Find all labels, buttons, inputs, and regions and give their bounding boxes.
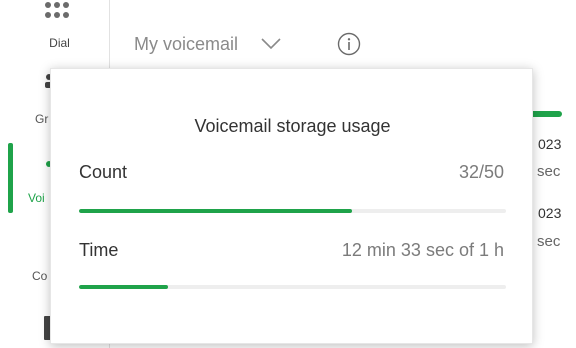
popover-title: Voicemail storage usage: [194, 116, 391, 136]
time-progress-track: [79, 285, 506, 289]
list-item-date: 023: [538, 136, 562, 152]
storage-usage-popover: Voicemail storage usage Count 32/50 Time…: [50, 68, 533, 344]
voicemail-app: Dial Gr Voi Co My voicemail 023 sec 023 …: [0, 0, 576, 348]
nav-item-groups-label[interactable]: Gr: [35, 112, 48, 126]
nav-item-contacts-label[interactable]: Co: [32, 269, 47, 283]
mailbox-select-value: My voicemail: [134, 33, 239, 54]
count-label: Count: [79, 162, 128, 182]
count-progress-fill: [79, 209, 353, 213]
list-item-date: 023: [538, 205, 562, 221]
time-label: Time: [79, 240, 119, 260]
active-nav-indicator: [8, 143, 13, 213]
nav-item-dial-label: Dial: [49, 36, 70, 50]
time-progress-fill: [79, 285, 169, 289]
time-value: 12 min 33 sec of 1 h: [341, 240, 504, 260]
info-icon[interactable]: [337, 32, 361, 56]
nav-item-voicemail-label[interactable]: Voi: [28, 191, 45, 205]
count-progress-track: [79, 209, 506, 213]
chevron-down-icon: [261, 38, 281, 50]
nav-item-dial[interactable]: Dial: [0, 0, 109, 58]
list-header-accent: [530, 111, 562, 117]
count-value: 32/50: [458, 162, 504, 182]
dial-pad-icon: [45, 2, 75, 26]
list-item-duration: sec: [537, 233, 561, 250]
mailbox-select[interactable]: My voicemail: [134, 30, 282, 58]
list-item-duration: sec: [537, 163, 561, 180]
